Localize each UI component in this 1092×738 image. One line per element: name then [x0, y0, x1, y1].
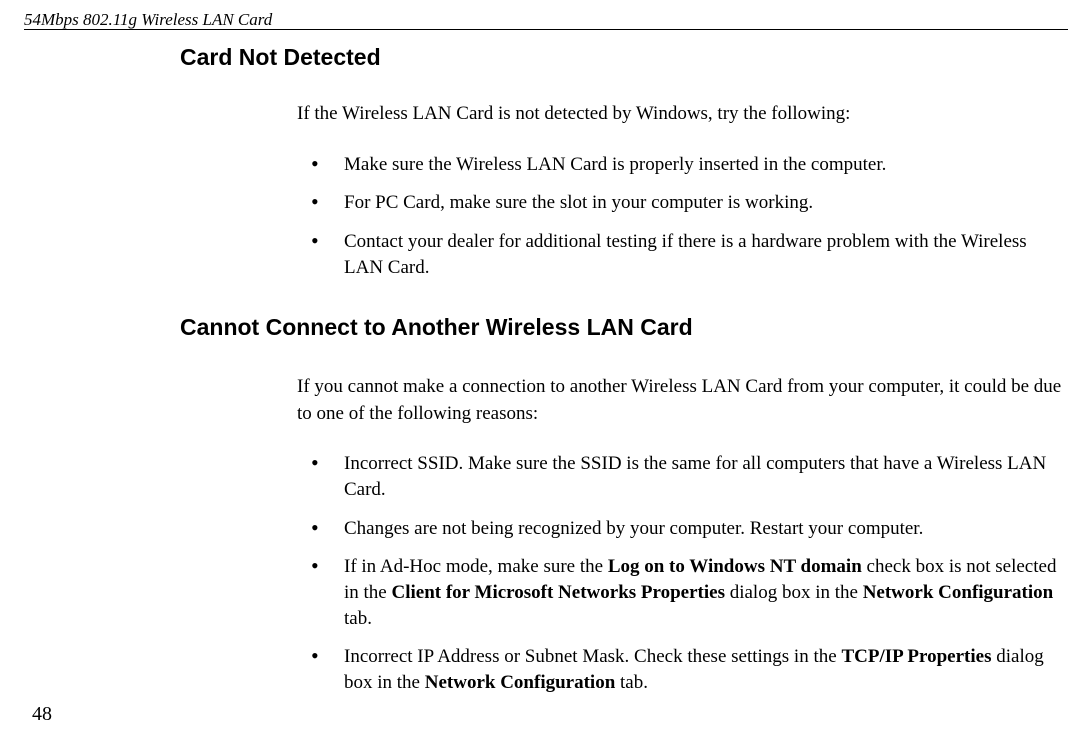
section-body-2: If you cannot make a connection to anoth… [297, 374, 1068, 695]
text-run: tab. [344, 608, 372, 629]
text-run: If in Ad-Hoc mode, make sure the [344, 556, 608, 577]
section-heading-card-not-detected: Card Not Detected [180, 44, 1068, 71]
bullet-list-1: Make sure the Wireless LAN Card is prope… [297, 152, 1068, 281]
list-item: Changes are not being recognized by your… [297, 516, 1068, 542]
list-item: Make sure the Wireless LAN Card is prope… [297, 152, 1068, 178]
section-intro-1: If the Wireless LAN Card is not detected… [297, 101, 1068, 128]
doc-header-title: 54Mbps 802.11g Wireless LAN Card [24, 10, 272, 30]
bold-text: Log on to Windows NT domain [608, 556, 862, 577]
text-run: dialog box in the [725, 582, 863, 603]
list-item: Incorrect SSID. Make sure the SSID is th… [297, 451, 1068, 502]
list-item: If in Ad-Hoc mode, make sure the Log on … [297, 554, 1068, 631]
section-body-1: If the Wireless LAN Card is not detected… [297, 101, 1068, 280]
bold-text: TCP/IP Properties [841, 646, 991, 667]
bold-text: Network Configuration [425, 672, 616, 693]
section-heading-cannot-connect: Cannot Connect to Another Wireless LAN C… [180, 314, 1068, 341]
header-divider [24, 29, 1068, 30]
list-item: Contact your dealer for additional testi… [297, 229, 1068, 280]
list-item: For PC Card, make sure the slot in your … [297, 190, 1068, 216]
list-item: Incorrect IP Address or Subnet Mask. Che… [297, 644, 1068, 695]
text-run: tab. [615, 672, 648, 693]
bold-text: Network Configuration [863, 582, 1054, 603]
page-number: 48 [32, 703, 52, 726]
text-run: Incorrect IP Address or Subnet Mask. Che… [344, 646, 841, 667]
bullet-list-2: Incorrect SSID. Make sure the SSID is th… [297, 451, 1068, 695]
bold-text: Client for Microsoft Networks Properties [392, 582, 725, 603]
page-content: Card Not Detected If the Wireless LAN Ca… [180, 38, 1068, 708]
section-intro-2: If you cannot make a connection to anoth… [297, 374, 1068, 427]
